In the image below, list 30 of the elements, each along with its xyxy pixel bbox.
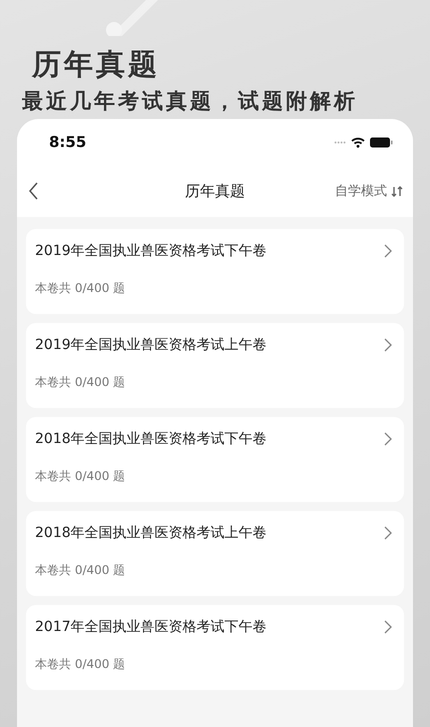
chevron-icon: [384, 338, 392, 352]
nav-title: 历年真题: [184, 182, 246, 200]
paper-card[interactable]: 2019年全国执业兽医资格考试下午卷 本卷共 0/400 题: [26, 229, 404, 314]
question-count: 本卷共 0/400 题: [35, 562, 126, 579]
paper-title: 2018年全国执业兽医资格考试下午卷: [35, 430, 267, 448]
chevron-icon: [384, 526, 392, 540]
paper-card[interactable]: 2018年全国执业兽医资格考试上午卷 本卷共 0/400 题: [26, 511, 404, 596]
paper-card[interactable]: 2019年全国执业兽医资格考试上午卷 本卷共 0/400 题: [26, 323, 404, 408]
paper-card[interactable]: 2017年全国执业兽医资格考试下午卷 本卷共 0/400 题: [26, 605, 404, 690]
sort-icon: [391, 186, 403, 196]
status-time: 8:55: [49, 133, 86, 151]
wifi-icon: [351, 136, 365, 148]
paper-title: 2019年全国执业兽医资格考试下午卷: [35, 242, 267, 260]
mode-button[interactable]: 自学模式: [335, 180, 403, 202]
chevron-icon: [384, 620, 392, 634]
question-count: 本卷共 0/400 题: [35, 374, 126, 391]
paper-card[interactable]: 2018年全国执业兽医资格考试下午卷 本卷共 0/400 题: [26, 417, 404, 502]
chevron-icon: [384, 432, 392, 446]
back-icon[interactable]: [29, 182, 39, 200]
chevron-icon: [384, 244, 392, 258]
signal-icon: [334, 140, 346, 144]
question-count: 本卷共 0/400 题: [35, 656, 126, 673]
banner-title: 历年真题: [30, 46, 161, 82]
question-count: 本卷共 0/400 题: [35, 468, 126, 485]
paper-title: 2019年全国执业兽医资格考试上午卷: [35, 336, 267, 354]
banner-subtitle: 最近几年考试真题，试题附解析: [22, 88, 359, 115]
battery-icon: [370, 136, 393, 148]
paper-title: 2018年全国执业兽医资格考试上午卷: [35, 524, 267, 542]
paper-title: 2017年全国执业兽医资格考试下午卷: [35, 618, 267, 636]
question-count: 本卷共 0/400 题: [35, 280, 126, 297]
